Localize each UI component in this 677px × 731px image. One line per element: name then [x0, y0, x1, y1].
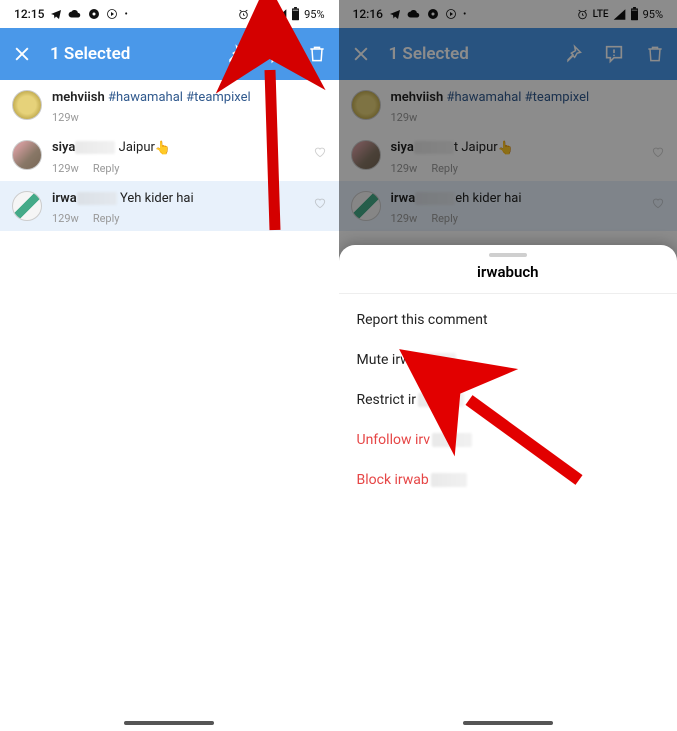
close-icon[interactable] [351, 44, 371, 64]
chat-icon [427, 8, 439, 20]
comment-time: 129w [52, 162, 79, 175]
avatar[interactable] [12, 90, 42, 120]
reply-button[interactable]: Reply [431, 162, 458, 175]
status-bar: 12:15 • LTE [0, 0, 339, 28]
annotation-arrow [230, 40, 310, 240]
username: siya [52, 140, 75, 155]
chat-icon [88, 8, 100, 20]
trash-icon[interactable] [645, 44, 665, 64]
dot-icon: • [124, 9, 127, 20]
comment-item[interactable]: irwa eh kider hai 129w Reply [339, 181, 677, 231]
battery-pct: 95% [643, 8, 663, 21]
battery-pct: 95% [304, 8, 324, 21]
nav-bar [339, 721, 677, 725]
cloud-icon [68, 9, 82, 19]
sheet-item-label: Block irwab [357, 472, 429, 488]
action-sheet: irwabuch Report this comment Mute irwa R… [339, 245, 677, 731]
like-icon[interactable] [313, 144, 327, 158]
signal-icon [274, 9, 287, 20]
play-outline-icon [445, 8, 457, 20]
pin-icon[interactable] [563, 44, 583, 64]
status-bar: 12:16 • LTE [339, 0, 677, 28]
sheet-title: irwabuch [339, 263, 677, 294]
status-time: 12:16 [353, 7, 383, 21]
alarm-icon [237, 8, 250, 21]
battery-icon [630, 7, 639, 21]
sheet-item-label: Mute irwa [357, 352, 419, 368]
username: irwa [391, 191, 416, 206]
comment-text: Yeh kider hai [120, 191, 194, 206]
sheet-item-report[interactable]: Report this comment [339, 300, 677, 340]
redacted-text [415, 192, 455, 205]
redacted-text [420, 353, 456, 367]
comment-time: 129w [52, 111, 79, 124]
username: siya [391, 140, 414, 155]
reply-button[interactable]: Reply [93, 162, 120, 175]
comment-item[interactable]: mehviish #hawamahal #teampixel 129w [339, 80, 677, 130]
sheet-item-label: Report this comment [357, 312, 488, 328]
username: irwa [52, 191, 77, 206]
avatar[interactable] [351, 90, 381, 120]
annotation-arrow [439, 380, 599, 500]
emoji-point-up: 👆 [155, 141, 171, 156]
alarm-icon [576, 8, 589, 21]
redacted-text [75, 141, 115, 154]
comments-list: mehviish #hawamahal #teampixel 129w siya… [339, 80, 677, 231]
username: mehviish [391, 90, 444, 105]
comment-time: 129w [391, 111, 418, 124]
like-icon[interactable] [313, 195, 327, 209]
header-title: 1 Selected [389, 44, 469, 64]
comment-text: t Jaipur [454, 140, 498, 155]
comment-time: 129w [391, 212, 418, 225]
emoji-point-up: 👆 [498, 141, 514, 156]
avatar[interactable] [351, 191, 381, 221]
telegram-icon [389, 8, 401, 20]
like-icon[interactable] [651, 144, 665, 158]
comment-time: 129w [391, 162, 418, 175]
avatar[interactable] [12, 140, 42, 170]
close-icon[interactable] [12, 44, 32, 64]
selection-header: 1 Selected [339, 28, 677, 80]
username: mehviish [52, 90, 105, 105]
hashtag[interactable]: #teampixel [525, 90, 589, 105]
like-icon[interactable] [651, 195, 665, 209]
avatar[interactable] [12, 191, 42, 221]
telegram-icon [50, 8, 62, 20]
sheet-item-label: Unfollow irv [357, 432, 431, 448]
report-icon[interactable] [603, 43, 625, 65]
header-title: 1 Selected [50, 44, 130, 64]
cloud-icon [407, 9, 421, 19]
sheet-handle[interactable] [489, 253, 527, 257]
hashtag[interactable]: #hawamahal [108, 90, 183, 105]
comment-time: 129w [52, 212, 79, 225]
status-time: 12:15 [14, 7, 44, 21]
sheet-item-mute[interactable]: Mute irwa [339, 340, 677, 380]
avatar[interactable] [351, 140, 381, 170]
nav-bar [0, 721, 339, 725]
nav-pill[interactable] [124, 721, 214, 725]
redacted-text [77, 192, 117, 205]
dot-icon: • [463, 9, 466, 20]
play-outline-icon [106, 8, 118, 20]
signal-icon [613, 9, 626, 20]
sheet-item-label: Restrict ir [357, 392, 417, 408]
comment-text: Jaipur [119, 140, 155, 155]
nav-pill[interactable] [463, 721, 553, 725]
battery-icon [291, 7, 300, 21]
redacted-text [414, 141, 454, 154]
hashtag[interactable]: #hawamahal [446, 90, 521, 105]
reply-button[interactable]: Reply [93, 212, 120, 225]
comment-item[interactable]: siya t Jaipur👆 129w Reply [339, 130, 677, 181]
comment-text: eh kider hai [455, 191, 521, 206]
network-label: LTE [593, 9, 609, 20]
reply-button[interactable]: Reply [431, 212, 458, 225]
network-label: LTE [254, 9, 270, 20]
